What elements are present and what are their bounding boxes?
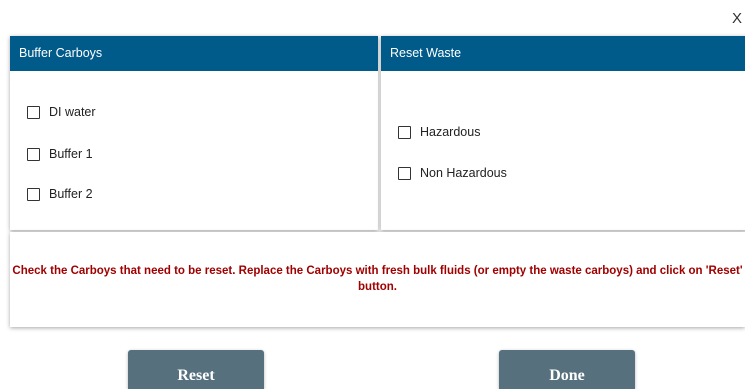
buffer-1-checkbox[interactable]: [27, 147, 40, 161]
checkbox-row-hazardous[interactable]: Hazardous: [398, 125, 480, 139]
close-icon[interactable]: X: [732, 10, 742, 28]
buffer-1-label: Buffer 1: [49, 147, 93, 161]
non-hazardous-label: Non Hazardous: [420, 166, 507, 180]
buffer-2-label: Buffer 2: [49, 187, 93, 201]
buffer-2-checkbox[interactable]: [27, 187, 40, 201]
carboy-panels: Buffer Carboys DI water Buffer 1 Buffer …: [10, 36, 745, 232]
hazardous-label: Hazardous: [420, 125, 481, 139]
buffer-carboys-panel: Buffer Carboys DI water Buffer 1 Buffer …: [10, 36, 378, 230]
buffer-carboys-header: Buffer Carboys: [10, 36, 378, 71]
checkbox-row-buffer-1[interactable]: Buffer 1: [27, 147, 93, 161]
carboy-reset-dialog: X Buffer Carboys DI water Buffer 1 Buffe…: [0, 0, 745, 389]
checkbox-row-buffer-2[interactable]: Buffer 2: [27, 187, 93, 201]
non-hazardous-checkbox[interactable]: [398, 166, 411, 180]
di-water-checkbox[interactable]: [27, 105, 40, 119]
di-water-label: DI water: [49, 105, 96, 119]
done-button[interactable]: Done: [499, 350, 635, 389]
checkbox-row-non-hazardous[interactable]: Non Hazardous: [398, 166, 507, 180]
instruction-message-box: Check the Carboys that need to be reset.…: [10, 232, 745, 327]
reset-waste-header: Reset Waste: [381, 36, 745, 71]
checkbox-row-di-water[interactable]: DI water: [27, 105, 96, 119]
reset-button[interactable]: Reset: [128, 350, 264, 389]
hazardous-checkbox[interactable]: [398, 125, 411, 139]
instruction-message: Check the Carboys that need to be reset.…: [12, 265, 743, 293]
reset-waste-panel: Reset Waste Hazardous Non Hazardous: [381, 36, 745, 230]
